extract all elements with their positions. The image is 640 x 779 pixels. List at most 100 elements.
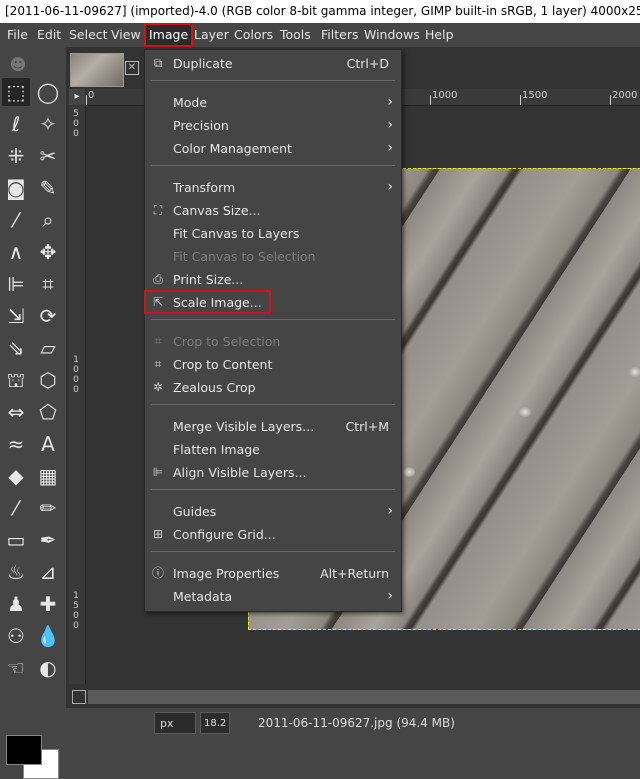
menu-filters[interactable]: Filters xyxy=(318,23,361,47)
menu-item-print-size[interactable]: ⎙ Print Size... xyxy=(145,268,401,291)
menu-windows[interactable]: Windows xyxy=(361,23,423,47)
rect-select-tool-icon[interactable]: ⬚ xyxy=(2,78,30,106)
shear-tool-icon[interactable]: ▱ xyxy=(34,334,62,362)
text-tool-icon[interactable]: A xyxy=(34,430,62,458)
cage-transform-tool-icon[interactable]: ⬠ xyxy=(34,398,62,426)
menu-separator xyxy=(151,551,395,552)
menu-view[interactable]: View xyxy=(108,23,144,47)
clone-tool-icon[interactable]: ♟ xyxy=(2,590,30,618)
menu-item-label: Crop to Content xyxy=(173,357,273,372)
menu-tools[interactable]: Tools xyxy=(277,23,314,47)
fuzzy-select-tool-icon[interactable]: ✧ xyxy=(34,110,62,138)
fg-bg-color-selector[interactable] xyxy=(6,735,59,779)
rotate-tool-icon[interactable]: ⟳ xyxy=(34,302,62,330)
menu-item-align-visible-layers[interactable]: ⊫ Align Visible Layers... xyxy=(145,461,401,484)
zoom-select[interactable]: 18.2 % xyxy=(200,712,230,734)
pencil-tool-icon[interactable]: ✏ xyxy=(34,494,62,522)
foreground-select-tool-icon[interactable]: ◙ xyxy=(2,174,30,202)
menu-item-transform[interactable]: Transform › xyxy=(145,176,401,199)
menu-item-flatten-image[interactable]: Flatten Image xyxy=(145,438,401,461)
flip-tool-icon[interactable]: ⇔ xyxy=(2,398,30,426)
grid-icon: ⊞ xyxy=(152,527,164,541)
menu-item-fit-canvas-to-layers[interactable]: Fit Canvas to Layers xyxy=(145,222,401,245)
menubar: File Edit Select View Image Layer Colors… xyxy=(0,23,640,47)
align-tool-icon[interactable]: ⊫ xyxy=(2,270,30,298)
ruler-label: 5 xyxy=(73,601,79,611)
submenu-arrow-icon: › xyxy=(387,588,393,604)
smudge-tool-icon[interactable]: ☜ xyxy=(2,654,30,682)
ruler-corner-menu-icon[interactable]: ▸ xyxy=(69,89,85,105)
dodge-burn-tool-icon[interactable]: ◐ xyxy=(34,654,62,682)
menu-item-label: Print Size... xyxy=(173,272,244,287)
lasso-tool-icon[interactable]: ℓ xyxy=(2,110,30,138)
ruler-tick xyxy=(86,95,87,105)
menu-select[interactable]: Select xyxy=(66,23,111,47)
unified-transform-tool-icon[interactable]: ⇲ xyxy=(2,302,30,330)
crop-tool-icon[interactable]: ⌗ xyxy=(34,270,62,298)
gradient-tool-icon[interactable]: ▦ xyxy=(34,462,62,490)
menu-item-merge-visible-layers[interactable]: Merge Visible Layers... Ctrl+M xyxy=(145,415,401,438)
quick-mask-toggle[interactable] xyxy=(72,690,86,704)
menu-item-mode[interactable]: Mode › xyxy=(145,91,401,114)
measure-tool-icon[interactable]: ∧ xyxy=(2,238,30,266)
submenu-arrow-icon: › xyxy=(387,94,393,110)
heal-tool-icon[interactable]: ✚ xyxy=(34,590,62,618)
image-tab-thumbnail[interactable] xyxy=(70,53,124,87)
menu-item-label: Metadata xyxy=(173,589,233,604)
menu-layer[interactable]: Layer xyxy=(191,23,232,47)
ruler-tick xyxy=(520,95,521,105)
statusbar: px 18.2 % 2011-06-11-09627.jpg (94.4 MB) xyxy=(66,708,640,738)
eraser-tool-icon[interactable]: ▭ xyxy=(2,526,30,554)
move-tool-icon[interactable]: ✥ xyxy=(34,238,62,266)
menu-item-crop-to-content[interactable]: ⌗ Crop to Content xyxy=(145,353,401,376)
menu-item-label: Mode xyxy=(173,95,208,110)
menu-item-duplicate[interactable]: ⧉ Duplicate Ctrl+D xyxy=(145,52,401,75)
foreground-color-swatch[interactable] xyxy=(6,735,42,765)
menu-item-label: Guides xyxy=(173,504,217,519)
scissors-tool-icon[interactable]: ✂ xyxy=(34,142,62,170)
menu-file[interactable]: File xyxy=(4,23,31,47)
ink-tool-icon[interactable]: ♨ xyxy=(2,558,30,586)
window-title: [2011-06-11-09627] (imported)-4.0 (RGB c… xyxy=(0,0,640,23)
menu-item-canvas-size[interactable]: ⛶ Canvas Size... xyxy=(145,199,401,222)
color-select-tool-icon[interactable]: ⁜ xyxy=(2,142,30,170)
zoom-tool-icon[interactable]: ⌕ xyxy=(34,206,62,234)
blur-tool-icon[interactable]: 💧 xyxy=(34,622,62,650)
airbrush-tool-icon[interactable]: ✒ xyxy=(34,526,62,554)
perspective-tool-icon[interactable]: ⛫ xyxy=(2,366,30,394)
ruler-label: 0 xyxy=(73,375,79,385)
ruler-label: 0 xyxy=(73,119,79,129)
menu-item-label: Configure Grid... xyxy=(173,527,276,542)
3d-transform-tool-icon[interactable]: ⬡ xyxy=(34,366,62,394)
menu-item-precision[interactable]: Precision › xyxy=(145,114,401,137)
menu-edit[interactable]: Edit xyxy=(34,23,64,47)
ruler-label: 0 xyxy=(73,621,79,631)
mypaint-brush-tool-icon[interactable]: ⊿ xyxy=(34,558,62,586)
menu-item-configure-grid[interactable]: ⊞ Configure Grid... xyxy=(145,523,401,546)
menu-help[interactable]: Help xyxy=(422,23,457,47)
paths-tool-icon[interactable]: ✎ xyxy=(34,174,62,202)
close-tab-icon[interactable]: ✕ xyxy=(125,61,139,75)
menu-item-zealous-crop[interactable]: ✲ Zealous Crop xyxy=(145,376,401,399)
menu-item-image-properties[interactable]: ⓘ Image Properties Alt+Return xyxy=(145,562,401,585)
ruler-label: 0 xyxy=(73,129,79,139)
menu-item-color-management[interactable]: Color Management › xyxy=(145,137,401,160)
ellipse-select-tool-icon[interactable]: ◯ xyxy=(34,78,62,106)
menu-item-metadata[interactable]: Metadata › xyxy=(145,585,401,608)
warp-transform-tool-icon[interactable]: ≈ xyxy=(2,430,30,458)
scale-tool-icon[interactable]: ⇘ xyxy=(2,334,30,362)
menu-colors[interactable]: Colors xyxy=(231,23,276,47)
toolbox: ☻ ⬚ ◯ ℓ ✧ ⁜ ✂ ◙ ✎ ⁄ ⌕ ∧ ✥ ⊫ ⌗ ⇲ ⟳ ⇘ ▱ ⛫ … xyxy=(0,47,66,779)
color-picker-tool-icon[interactable]: ⁄ xyxy=(2,206,30,234)
menu-item-fit-canvas-to-selection: Fit Canvas to Selection xyxy=(145,245,401,268)
menu-image[interactable]: Image xyxy=(144,23,194,47)
canvas-size-icon: ⛶ xyxy=(153,203,163,217)
perspective-clone-tool-icon[interactable]: ⚇ xyxy=(2,622,30,650)
bucket-fill-tool-icon[interactable]: ◆ xyxy=(2,462,30,490)
menu-item-guides[interactable]: Guides › xyxy=(145,500,401,523)
horizontal-scrollbar[interactable] xyxy=(88,690,640,704)
info-icon: ⓘ xyxy=(151,566,164,580)
align-icon: ⊫ xyxy=(152,465,164,479)
unit-select[interactable]: px xyxy=(154,712,196,734)
paintbrush-tool-icon[interactable]: ⁄ xyxy=(2,494,30,522)
